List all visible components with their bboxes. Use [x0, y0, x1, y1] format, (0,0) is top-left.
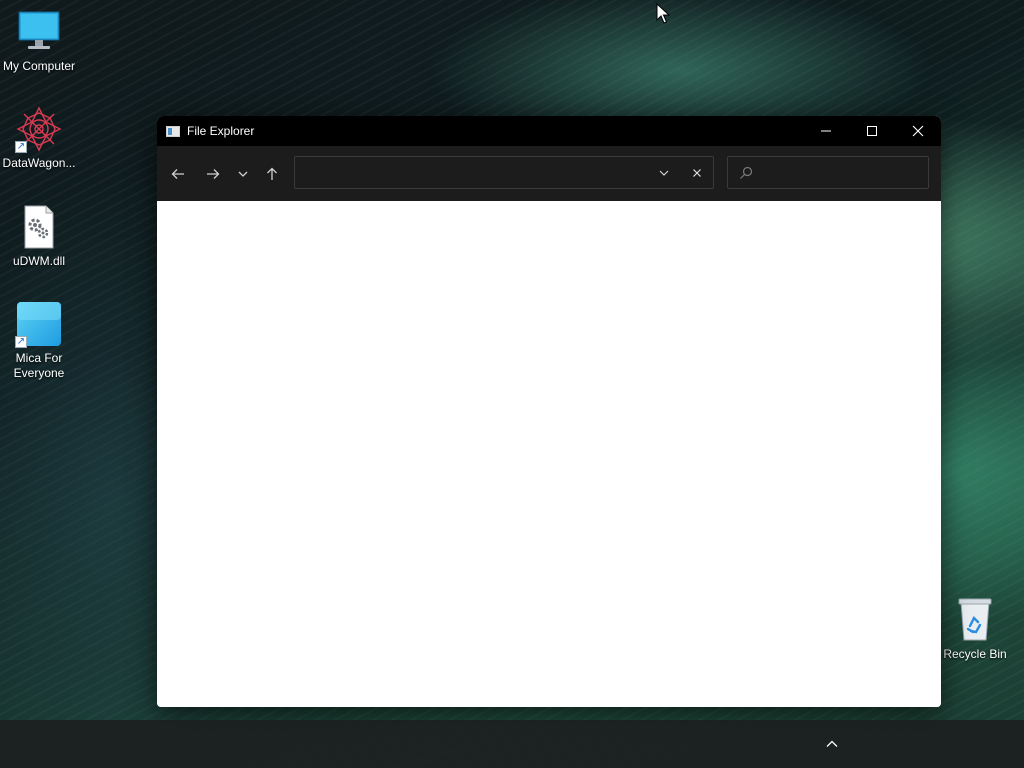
mica-icon: ↗ — [15, 300, 63, 348]
recycle-bin-icon — [951, 596, 999, 644]
clear-address-button[interactable] — [685, 161, 709, 185]
navigation-toolbar — [157, 146, 941, 201]
forward-button[interactable] — [201, 162, 225, 186]
taskbar — [0, 720, 1024, 768]
dll-file-icon — [15, 203, 63, 251]
window-title: File Explorer — [187, 124, 255, 138]
file-explorer-app-icon — [166, 125, 180, 137]
minimize-icon — [821, 130, 831, 132]
search-input[interactable] — [760, 164, 924, 184]
address-bar[interactable] — [294, 156, 714, 189]
desktop-icon-udwm-dll[interactable]: uDWM.dll — [0, 203, 78, 269]
desktop-icon-label: Mica For Everyone — [13, 351, 65, 380]
desktop-icon-mica-for-everyone[interactable]: ↗ Mica For Everyone — [0, 300, 78, 381]
desktop-icon-label: My Computer — [2, 59, 76, 73]
file-explorer-window: File Explorer — [157, 116, 941, 707]
shortcut-arrow-icon: ↗ — [15, 141, 27, 153]
file-list-pane[interactable] — [157, 201, 941, 707]
title-bar[interactable]: File Explorer — [157, 116, 941, 146]
up-button[interactable] — [260, 162, 284, 186]
search-box[interactable] — [727, 156, 929, 189]
desktop-icon-label: uDWM.dll — [12, 254, 65, 268]
close-icon — [912, 125, 924, 137]
maximize-button[interactable] — [849, 116, 895, 146]
datawagon-icon: ↗ — [15, 105, 63, 153]
monitor-icon — [15, 8, 63, 56]
forward-arrow-icon — [207, 169, 220, 179]
caption-buttons — [803, 116, 941, 146]
clear-icon — [693, 169, 701, 177]
desktop-icon-my-computer[interactable]: My Computer — [0, 8, 78, 74]
address-history-button[interactable] — [652, 161, 676, 185]
up-arrow-icon — [267, 167, 277, 180]
maximize-icon — [867, 126, 877, 136]
address-input[interactable] — [303, 164, 647, 184]
shortcut-arrow-icon: ↗ — [15, 336, 27, 348]
desktop-icon-recycle-bin[interactable]: Recycle Bin — [936, 596, 1014, 662]
show-hidden-icons-button[interactable] — [820, 732, 844, 756]
close-button[interactable] — [895, 116, 941, 146]
recent-dropdown-icon — [238, 171, 248, 177]
desktop-icon-label: DataWagon... — [2, 156, 76, 170]
chevron-up-icon — [826, 740, 838, 747]
chevron-down-icon — [659, 170, 669, 176]
recent-locations-button[interactable] — [231, 162, 255, 186]
search-icon — [740, 166, 753, 179]
desktop-icon-datawagon[interactable]: ↗ DataWagon... — [0, 105, 78, 171]
back-button[interactable] — [166, 162, 190, 186]
minimize-button[interactable] — [803, 116, 849, 146]
mouse-cursor-icon — [656, 3, 670, 24]
desktop-icon-label: Recycle Bin — [943, 647, 1007, 661]
back-arrow-icon — [171, 169, 184, 179]
